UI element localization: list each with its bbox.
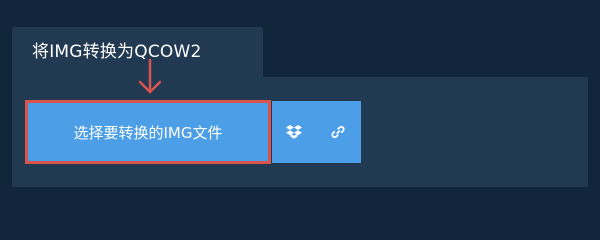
- url-link-button[interactable]: [315, 101, 361, 163]
- dropbox-icon: [285, 124, 302, 139]
- link-icon: [331, 125, 345, 139]
- choose-file-button[interactable]: 选择要转换的IMG文件: [25, 100, 271, 164]
- dropbox-button[interactable]: [272, 101, 315, 163]
- choose-file-label: 选择要转换的IMG文件: [73, 123, 223, 142]
- page-title: 将IMG转换为QCOW2: [32, 42, 202, 62]
- down-arrow-icon: [138, 58, 162, 94]
